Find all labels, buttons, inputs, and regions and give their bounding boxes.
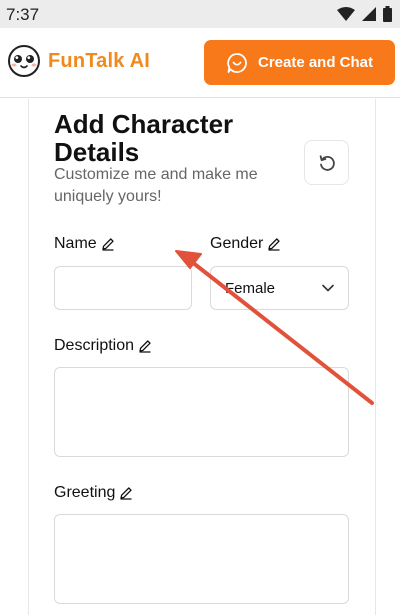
pencil-icon <box>139 340 151 353</box>
app-header: FunTalk AI Create and Chat <box>0 28 400 98</box>
gender-label: Gender <box>210 235 281 253</box>
gender-label-text: Gender <box>210 235 264 252</box>
greeting-label: Greeting <box>54 484 133 502</box>
reset-icon <box>319 154 335 171</box>
brand-name: FunTalk AI <box>48 49 150 72</box>
description-label-text: Description <box>54 337 135 354</box>
name-label-text: Name <box>54 235 97 252</box>
gender-select[interactable]: Female <box>210 266 349 310</box>
pencil-icon <box>268 238 281 251</box>
name-input[interactable] <box>54 266 192 310</box>
page-subtitle: Customize me and make me uniquely yours! <box>54 166 258 205</box>
smile-face-icon <box>8 45 40 77</box>
greeting-textarea[interactable] <box>54 514 349 604</box>
description-label: Description <box>54 337 152 355</box>
logo[interactable]: FunTalk AI <box>6 43 150 79</box>
chevron-down-icon <box>322 284 334 292</box>
status-bar: 7:37 <box>0 0 400 28</box>
create-and-chat-button[interactable]: Create and Chat <box>204 40 395 85</box>
pencil-icon <box>102 238 114 251</box>
pencil-icon <box>120 487 133 500</box>
gender-selected-value: Female <box>225 279 276 297</box>
create-and-chat-label: Create and Chat <box>257 54 374 71</box>
description-textarea[interactable] <box>54 367 349 457</box>
wifi-icon <box>337 7 355 21</box>
page-title: Add Character Details <box>54 109 234 167</box>
name-label: Name <box>54 235 115 253</box>
signal-icon <box>362 7 376 21</box>
system-icons <box>337 6 392 22</box>
reset-button[interactable] <box>304 140 349 185</box>
status-time: 7:37 <box>6 5 40 24</box>
greeting-label-text: Greeting <box>54 484 116 501</box>
chat-bubble-icon <box>227 52 247 73</box>
battery-icon <box>383 6 392 22</box>
